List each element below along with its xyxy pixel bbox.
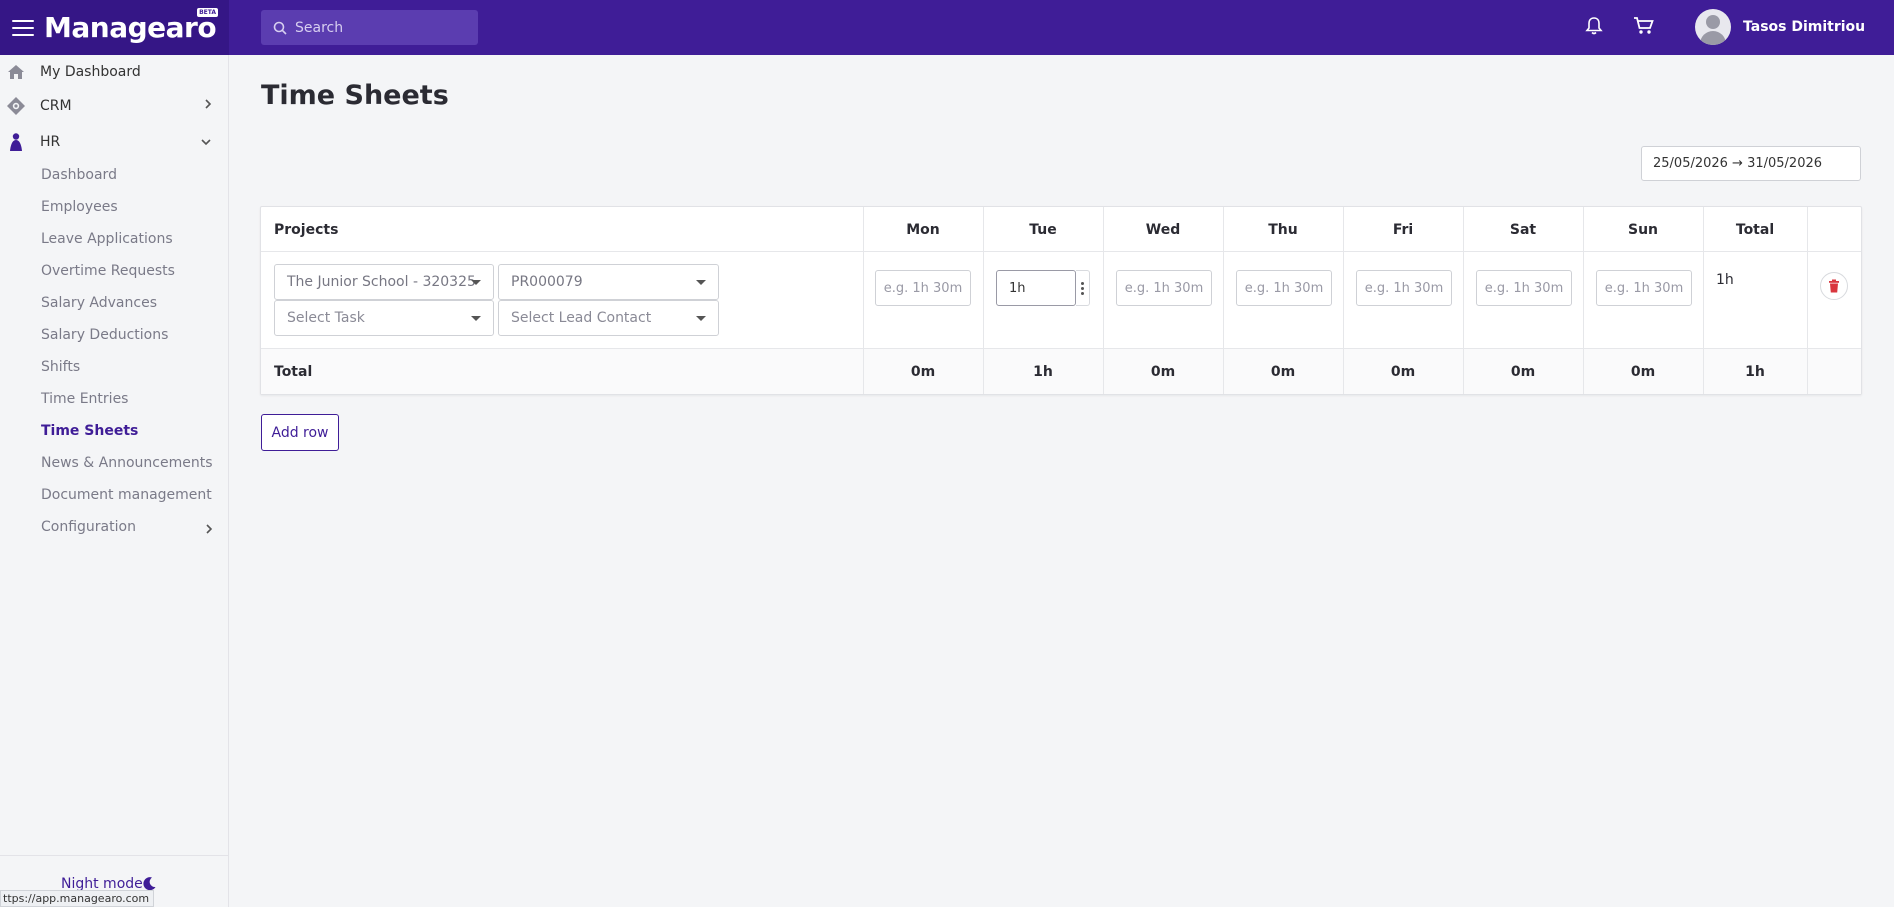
sidebar-subitem-leave-applications[interactable]: Leave Applications	[41, 231, 173, 247]
lead-contact-select[interactable]: Select Lead Contact	[498, 300, 719, 336]
column-divider	[1463, 207, 1464, 394]
tue-hours-input[interactable]	[996, 270, 1076, 306]
project-select-value: The Junior School - 320325	[287, 274, 476, 290]
caret-down-icon	[696, 280, 706, 285]
sidebar-subitem-salary-deductions[interactable]: Salary Deductions	[41, 327, 168, 343]
delete-row-button[interactable]	[1820, 272, 1848, 300]
chevron-down-icon	[200, 134, 212, 150]
sidebar-item-label: My Dashboard	[40, 64, 141, 80]
project-code-value: PR000079	[511, 274, 583, 290]
status-bar-url: ttps://app.managearo.com	[0, 890, 155, 907]
caret-down-icon	[471, 280, 481, 285]
sun-total: 0m	[1630, 363, 1656, 380]
column-divider	[1103, 207, 1104, 394]
sidebar-item-my-dashboard[interactable]: My Dashboard	[0, 56, 228, 88]
column-divider	[983, 207, 984, 394]
column-header-total: Total	[1735, 221, 1775, 238]
column-divider	[1807, 207, 1808, 394]
sidebar-item-crm[interactable]: CRM	[0, 90, 228, 122]
add-row-button[interactable]: Add row	[261, 414, 339, 451]
caret-down-icon	[471, 316, 481, 321]
hr-person-icon	[6, 132, 26, 152]
column-divider	[1343, 207, 1344, 394]
bell-icon[interactable]	[1585, 16, 1603, 40]
thu-total: 0m	[1270, 363, 1296, 380]
column-header-projects: Projects	[274, 221, 339, 238]
task-select-placeholder: Select Task	[287, 310, 365, 326]
sidebar-subitem-configuration[interactable]: Configuration	[41, 519, 136, 535]
sat-total: 0m	[1510, 363, 1536, 380]
search-placeholder: Search	[295, 19, 344, 36]
sun-hours-input[interactable]	[1596, 270, 1692, 306]
mon-total: 0m	[910, 363, 936, 380]
search-icon	[273, 21, 287, 35]
totals-label: Total	[274, 363, 313, 380]
column-header-thu: Thu	[1268, 221, 1298, 238]
cart-icon[interactable]	[1633, 16, 1655, 40]
column-header-wed: Wed	[1145, 221, 1181, 238]
caret-down-icon	[696, 316, 706, 321]
beta-badge: BETA	[197, 8, 219, 17]
totals-row: Total 0m 1h 0m 0m 0m 0m 0m 1h	[261, 349, 1861, 394]
mon-hours-input[interactable]	[875, 270, 971, 306]
user-menu[interactable]: Tasos Dimitriou	[1695, 9, 1865, 45]
column-divider	[863, 207, 864, 394]
crm-icon	[6, 96, 26, 116]
column-header-sat: Sat	[1509, 221, 1537, 238]
fri-total: 0m	[1390, 363, 1416, 380]
fri-hours-input[interactable]	[1356, 270, 1452, 306]
sidebar-subitem-shifts[interactable]: Shifts	[41, 359, 80, 375]
project-select[interactable]: The Junior School - 320325	[274, 264, 494, 300]
logo-text: Managearo	[44, 11, 217, 44]
wed-hours-input[interactable]	[1116, 270, 1212, 306]
trash-icon	[1829, 279, 1839, 293]
project-code-select[interactable]: PR000079	[498, 264, 719, 300]
avatar	[1695, 9, 1731, 45]
sidebar-item-label: CRM	[40, 98, 72, 114]
tue-total: 1h	[1033, 363, 1053, 380]
sidebar-item-hr[interactable]: HR	[0, 126, 228, 158]
date-range-picker[interactable]: 25/05/2026 → 31/05/2026	[1641, 146, 1861, 181]
sidebar-subitem-employees[interactable]: Employees	[41, 199, 118, 215]
column-divider	[1703, 207, 1704, 394]
column-header-tue: Tue	[1029, 221, 1057, 238]
column-header-mon: Mon	[906, 221, 940, 238]
home-icon	[6, 62, 26, 82]
sidebar-subitem-salary-advances[interactable]: Salary Advances	[41, 295, 157, 311]
sidebar-subitem-document-management[interactable]: Document management	[41, 487, 212, 503]
user-name: Tasos Dimitriou	[1743, 19, 1866, 35]
table-header-row: Projects Mon Tue Wed Thu Fri Sat Sun Tot…	[261, 207, 1861, 252]
brand-area: Managearo BETA	[0, 0, 229, 55]
column-divider	[1583, 207, 1584, 394]
timesheet-table: Projects Mon Tue Wed Thu Fri Sat Sun Tot…	[260, 206, 1862, 395]
top-bar: Managearo BETA Search Tasos Dimitriou	[0, 0, 1894, 55]
sidebar: My Dashboard CRM HR Dashboard Employees …	[0, 55, 229, 907]
page-title: Time Sheets	[261, 80, 449, 111]
table-row: The Junior School - 320325 PR000079 Sele…	[261, 252, 1861, 349]
thu-hours-input[interactable]	[1236, 270, 1332, 306]
row-total-value: 1h	[1716, 272, 1734, 288]
more-options-icon[interactable]	[1076, 270, 1090, 306]
menu-toggle-icon[interactable]	[12, 19, 34, 36]
grand-total: 1h	[1745, 363, 1765, 380]
column-header-sun: Sun	[1627, 221, 1659, 238]
wed-total: 0m	[1150, 363, 1176, 380]
app-logo[interactable]: Managearo BETA	[44, 8, 219, 44]
task-select[interactable]: Select Task	[274, 300, 494, 336]
sidebar-subitem-dashboard[interactable]: Dashboard	[41, 167, 117, 183]
sidebar-subitem-time-entries[interactable]: Time Entries	[41, 391, 128, 407]
sidebar-subitem-overtime-requests[interactable]: Overtime Requests	[41, 263, 175, 279]
chevron-right-icon	[205, 523, 213, 539]
sidebar-subitem-time-sheets[interactable]: Time Sheets	[41, 423, 138, 439]
sidebar-subitem-news-announcements[interactable]: News & Announcements	[41, 455, 213, 471]
sidebar-item-label: HR	[40, 134, 61, 150]
sat-hours-input[interactable]	[1476, 270, 1572, 306]
column-divider	[1223, 207, 1224, 394]
lead-contact-placeholder: Select Lead Contact	[511, 310, 652, 326]
search-input[interactable]: Search	[261, 10, 478, 45]
column-header-fri: Fri	[1392, 221, 1414, 238]
chevron-right-icon	[204, 98, 212, 114]
